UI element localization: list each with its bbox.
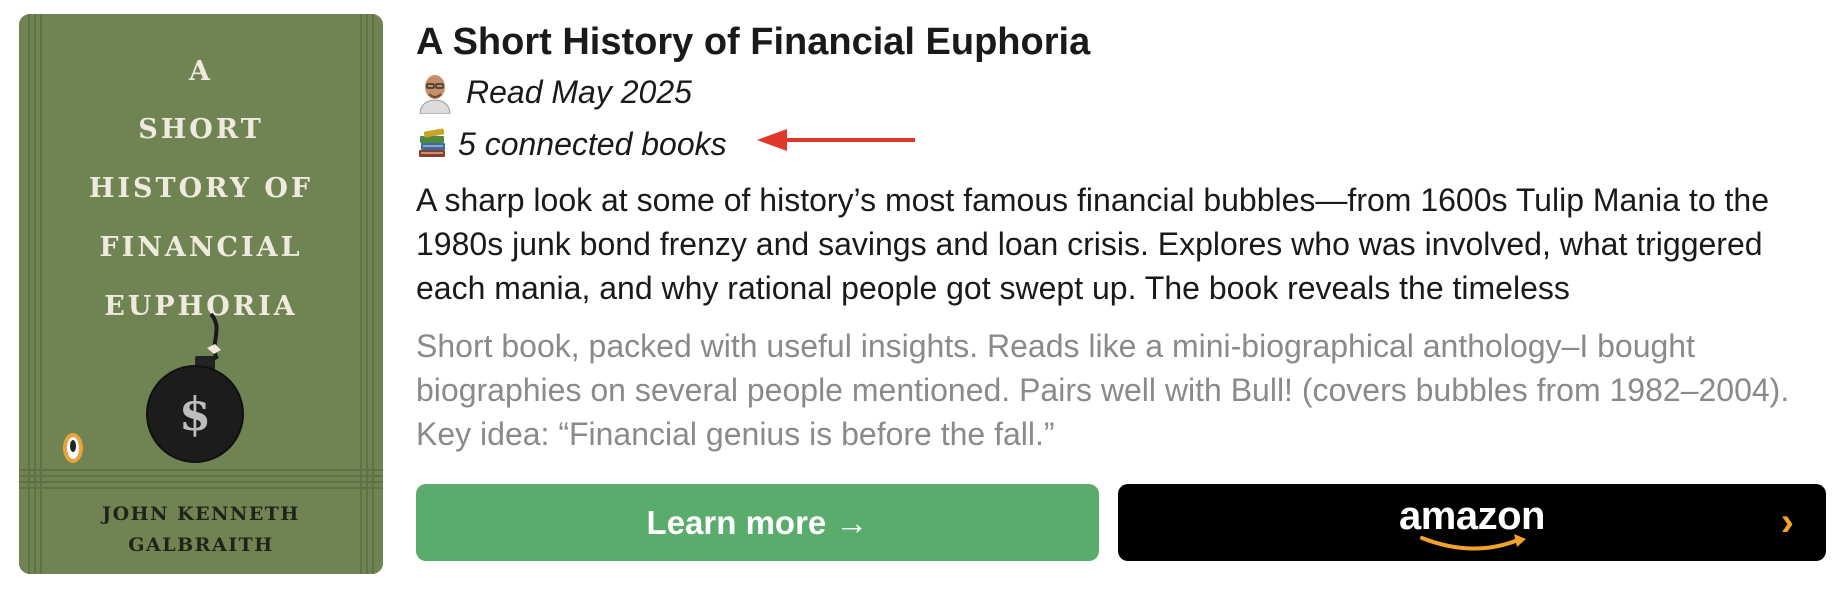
svg-text:$: $: [179, 387, 211, 441]
read-date: Read May 2025: [466, 73, 692, 110]
cover-title-line: HISTORY OF: [89, 173, 313, 204]
cover-author-line: JOHN KENNETH: [100, 503, 300, 525]
book-title[interactable]: A Short History of Financial Euphoria: [416, 18, 1826, 66]
books-stack-icon: [416, 127, 450, 161]
book-cover[interactable]: A SHORT HISTORY OF FINANCIAL EUPHORIA $ …: [19, 14, 383, 574]
book-info: A Short History of Financial Euphoria Re…: [416, 18, 1826, 456]
amazon-smile-icon: [1420, 534, 1526, 551]
red-arrow-icon: [756, 125, 917, 163]
read-date-row: Read May 2025: [416, 66, 1826, 118]
cover-title-line: SHORT: [138, 114, 264, 145]
penguin-logo-icon: [63, 433, 83, 463]
reader-note: Short book, packed with useful insights.…: [416, 328, 1790, 452]
avatar: [416, 70, 454, 115]
connected-books-link[interactable]: 5 connected books: [458, 126, 727, 163]
cover-title-line: A: [188, 56, 213, 87]
cover-author-line: GALBRAITH: [128, 534, 273, 556]
learn-more-button[interactable]: Learn more →: [416, 484, 1099, 561]
chevron-right-icon: ›: [1780, 500, 1794, 544]
cover-title-line: EUPHORIA: [104, 291, 297, 322]
connected-books-row[interactable]: 5 connected books: [416, 118, 1826, 170]
book-description: A sharp look at some of history’s most f…: [416, 182, 1769, 306]
action-buttons: Learn more → amazon ›: [416, 484, 1826, 561]
cover-title-line: FINANCIAL: [99, 232, 302, 263]
amazon-button[interactable]: amazon ›: [1118, 484, 1826, 561]
amazon-logo: amazon: [1399, 494, 1545, 538]
